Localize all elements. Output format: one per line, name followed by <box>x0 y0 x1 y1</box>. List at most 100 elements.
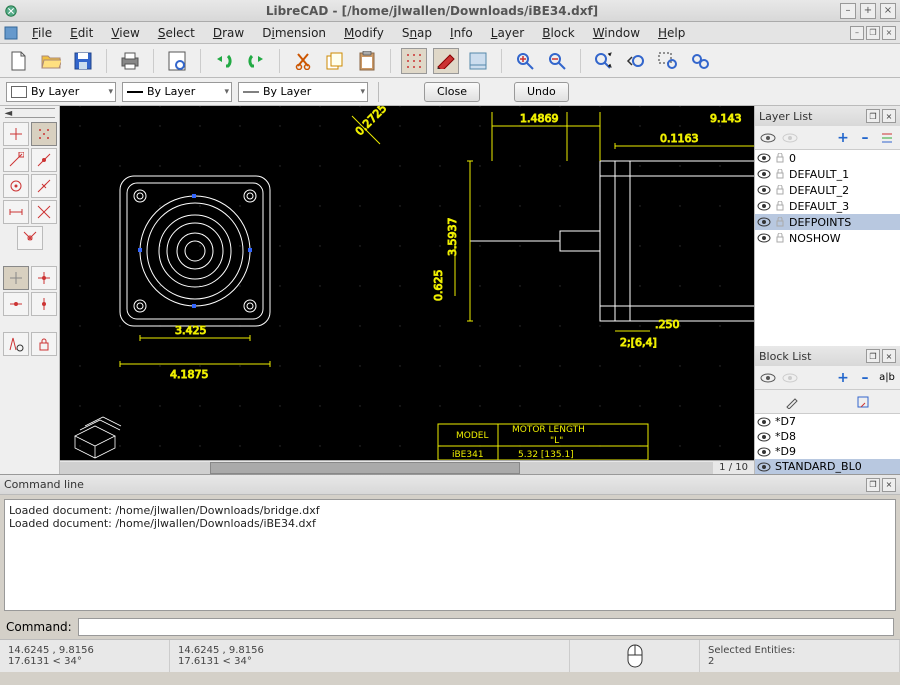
block-insert-button[interactable] <box>854 393 872 411</box>
layer-remove-button[interactable]: – <box>856 129 874 147</box>
width-combo[interactable]: By Layer▾ <box>122 82 232 102</box>
block-remove-button[interactable]: – <box>856 369 874 387</box>
color-combo[interactable]: By Layer▾ <box>6 82 116 102</box>
print-preview-button[interactable] <box>164 48 190 74</box>
minimize-button[interactable]: – <box>840 3 856 19</box>
block-edit-button[interactable] <box>783 393 801 411</box>
close-window-button[interactable]: × <box>880 3 896 19</box>
horizontal-scrollbar[interactable]: 1 / 10 <box>60 460 754 474</box>
snap-center-button[interactable] <box>3 174 29 198</box>
draft-toggle-button[interactable] <box>433 48 459 74</box>
layer-row: DEFAULT_3 <box>755 198 900 214</box>
grid-toggle-button[interactable] <box>401 48 427 74</box>
menu-info[interactable]: Info <box>442 24 481 42</box>
status-rel-coord: 14.6245 , 9.815617.6131 < 34° <box>170 640 570 672</box>
lock-relative-zero-button[interactable] <box>31 332 57 356</box>
block-showall-button[interactable] <box>759 369 777 387</box>
command-panel-close-button[interactable]: × <box>882 478 896 492</box>
snap-intersection-button[interactable] <box>31 200 57 224</box>
snap-free-button[interactable] <box>3 122 29 146</box>
window-title: LibreCAD - [/home/jlwallen/Downloads/iBE… <box>24 4 840 18</box>
menu-snap[interactable]: Snap <box>394 24 440 42</box>
zoom-pan-button[interactable] <box>687 48 713 74</box>
toolbox-back[interactable]: ◄ <box>5 108 55 118</box>
svg-text:9.143: 9.143 <box>710 112 742 125</box>
block-panel-tools2 <box>755 390 900 414</box>
block-panel-close-button[interactable]: × <box>882 349 896 363</box>
mdi-minimize-button[interactable]: – <box>850 26 864 40</box>
command-log[interactable]: Loaded document: /home/jlwallen/Download… <box>4 499 896 611</box>
menu-block[interactable]: Block <box>534 24 582 42</box>
svg-text:MOTOR LENGTH: MOTOR LENGTH <box>512 425 585 435</box>
snap-intersection-manual-button[interactable] <box>17 226 43 250</box>
snap-dist-button[interactable] <box>3 200 29 224</box>
block-list[interactable]: *D7 *D8 *D9 STANDARD_BL0 <box>755 414 900 474</box>
print-button[interactable] <box>117 48 143 74</box>
menu-edit[interactable]: Edit <box>62 24 101 42</box>
save-file-button[interactable] <box>70 48 96 74</box>
set-relative-zero-button[interactable] <box>3 332 29 356</box>
restrict-vertical-button[interactable] <box>31 292 57 316</box>
layer-hideall-button[interactable] <box>781 129 799 147</box>
open-file-button[interactable] <box>38 48 64 74</box>
zoom-window-button[interactable] <box>655 48 681 74</box>
close-button[interactable]: Close <box>424 82 480 102</box>
left-toolbox: ◄ <box>0 106 60 474</box>
command-input[interactable] <box>78 618 894 636</box>
restrict-nothing-button[interactable] <box>3 266 29 290</box>
undo-button[interactable] <box>211 48 237 74</box>
layer-showall-button[interactable] <box>759 129 777 147</box>
block-panel-float-button[interactable]: ❐ <box>866 349 880 363</box>
zoom-auto-button[interactable] <box>591 48 617 74</box>
layer-panel-title: Layer List ❐× <box>755 106 900 126</box>
menu-file[interactable]: File <box>24 24 60 42</box>
scrollbar-thumb[interactable] <box>210 462 520 474</box>
zoom-out-button[interactable] <box>544 48 570 74</box>
restrict-orthogonal-button[interactable] <box>31 266 57 290</box>
block-add-button[interactable]: + <box>834 369 852 387</box>
snap-endpoint-button[interactable] <box>3 148 29 172</box>
redo-button[interactable] <box>243 48 269 74</box>
drawing-canvas[interactable]: 3.425 4.1875 0.2725 1.4869 0.1163 <box>60 106 754 460</box>
new-file-button[interactable] <box>6 48 32 74</box>
zoom-previous-button[interactable] <box>623 48 649 74</box>
svg-text:3.425: 3.425 <box>175 324 207 337</box>
block-hideall-button[interactable] <box>781 369 799 387</box>
snap-grid-button[interactable] <box>31 122 57 146</box>
menu-view[interactable]: View <box>103 24 147 42</box>
page-indicator: 1 / 10 <box>713 462 754 473</box>
layer-add-button[interactable]: + <box>834 129 852 147</box>
app-menu-icon[interactable] <box>4 26 18 40</box>
menu-help[interactable]: Help <box>650 24 693 42</box>
mdi-restore-button[interactable]: ❐ <box>866 26 880 40</box>
undo-action-button[interactable]: Undo <box>514 82 569 102</box>
menu-layer[interactable]: Layer <box>483 24 532 42</box>
layer-list[interactable]: 0 DEFAULT_1 DEFAULT_2 DEFAULT_3 DEFPOINT… <box>755 150 900 346</box>
layer-panel-tools: + – <box>755 126 900 150</box>
menu-dimension[interactable]: Dimension <box>254 24 334 42</box>
log-line: Loaded document: /home/jlwallen/Download… <box>9 517 891 530</box>
maximize-button[interactable]: + <box>860 3 876 19</box>
linetype-combo[interactable]: By Layer▾ <box>238 82 368 102</box>
snap-middle-button[interactable] <box>31 174 57 198</box>
menu-modify[interactable]: Modify <box>336 24 392 42</box>
svg-text:0.1163: 0.1163 <box>660 132 699 145</box>
menu-draw[interactable]: Draw <box>205 24 252 42</box>
layer-panel-close-button[interactable]: × <box>882 109 896 123</box>
zoom-in-button[interactable] <box>512 48 538 74</box>
menu-window[interactable]: Window <box>585 24 648 42</box>
layer-panel-float-button[interactable]: ❐ <box>866 109 880 123</box>
paste-button[interactable] <box>354 48 380 74</box>
statusbar-toggle-button[interactable] <box>465 48 491 74</box>
restrict-horizontal-button[interactable] <box>3 292 29 316</box>
svg-text:2;[6,4]: 2;[6,4] <box>620 336 657 349</box>
block-rename-button[interactable]: a|b <box>878 369 896 387</box>
copy-button[interactable] <box>322 48 348 74</box>
snap-on-entity-button[interactable] <box>31 148 57 172</box>
layer-edit-button[interactable] <box>878 129 896 147</box>
command-panel-float-button[interactable]: ❐ <box>866 478 880 492</box>
mdi-close-button[interactable]: × <box>882 26 896 40</box>
property-toolbar: By Layer▾ By Layer▾ By Layer▾ Close Undo <box>0 78 900 106</box>
menu-select[interactable]: Select <box>150 24 203 42</box>
cut-button[interactable] <box>290 48 316 74</box>
